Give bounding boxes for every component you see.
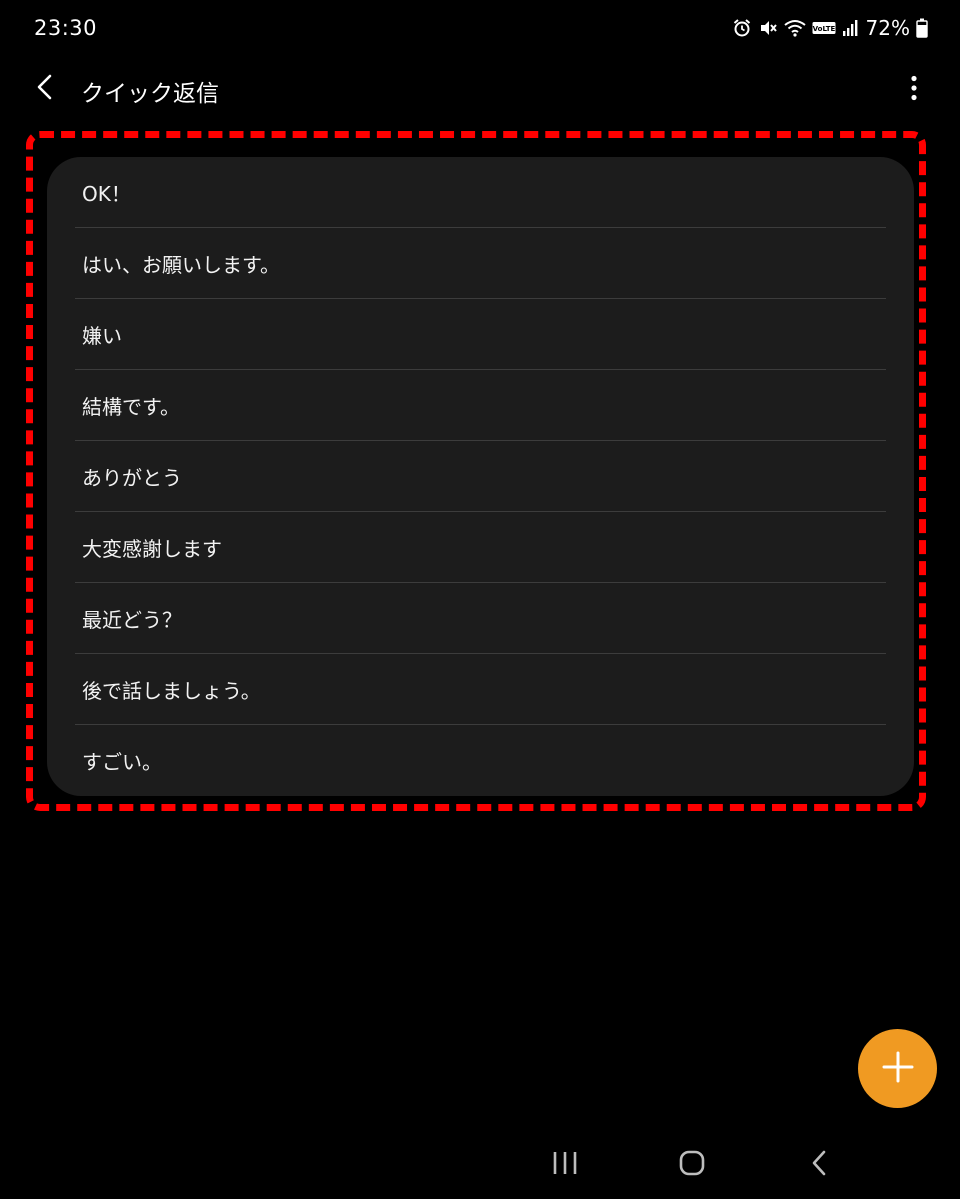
- quick-reply-item[interactable]: 嫌い: [75, 299, 886, 370]
- battery-icon: [916, 18, 928, 38]
- signal-icon: [842, 19, 858, 37]
- more-vertical-icon: [910, 75, 918, 105]
- add-reply-button[interactable]: [858, 1029, 937, 1108]
- chevron-left-icon: [34, 73, 56, 105]
- svg-text:VoLTE: VoLTE: [812, 25, 835, 33]
- quick-reply-item[interactable]: はい、お願いします。: [75, 228, 886, 299]
- more-options-button[interactable]: [898, 70, 930, 110]
- quick-reply-item[interactable]: 後で話しましょう。: [75, 654, 886, 725]
- recents-button[interactable]: [543, 1148, 587, 1182]
- quick-reply-item[interactable]: ありがとう: [75, 441, 886, 512]
- home-icon: [678, 1149, 706, 1181]
- mute-icon: [758, 18, 778, 38]
- nav-back-button[interactable]: [797, 1148, 841, 1182]
- quick-reply-item[interactable]: OK！: [75, 157, 886, 228]
- wifi-icon: [783, 18, 806, 38]
- back-icon: [810, 1149, 828, 1181]
- quick-reply-item[interactable]: 大変感謝します: [75, 512, 886, 583]
- navigation-bar: [0, 1130, 960, 1199]
- back-button[interactable]: [24, 68, 66, 110]
- plus-icon: [881, 1050, 915, 1088]
- status-time: 23:30: [34, 16, 98, 40]
- quick-reply-item[interactable]: 最近どう？: [75, 583, 886, 654]
- quick-reply-item[interactable]: 結構です。: [75, 370, 886, 441]
- alarm-icon: [732, 18, 752, 38]
- recents-icon: [552, 1150, 578, 1180]
- volte-icon: VoLTE: [812, 20, 836, 36]
- quick-reply-list: OK！ はい、お願いします。 嫌い 結構です。 ありがとう 大変感謝します 最近…: [47, 157, 914, 796]
- status-icons: VoLTE 72%: [732, 14, 928, 42]
- quick-reply-item[interactable]: すごい。: [75, 725, 886, 796]
- status-bar: 23:30 VoLTE 72%: [0, 0, 960, 58]
- home-button[interactable]: [670, 1148, 714, 1182]
- battery-percentage: 72%: [865, 16, 910, 40]
- page-title: クイック返信: [81, 81, 219, 107]
- app-header: クイック返信: [0, 60, 960, 118]
